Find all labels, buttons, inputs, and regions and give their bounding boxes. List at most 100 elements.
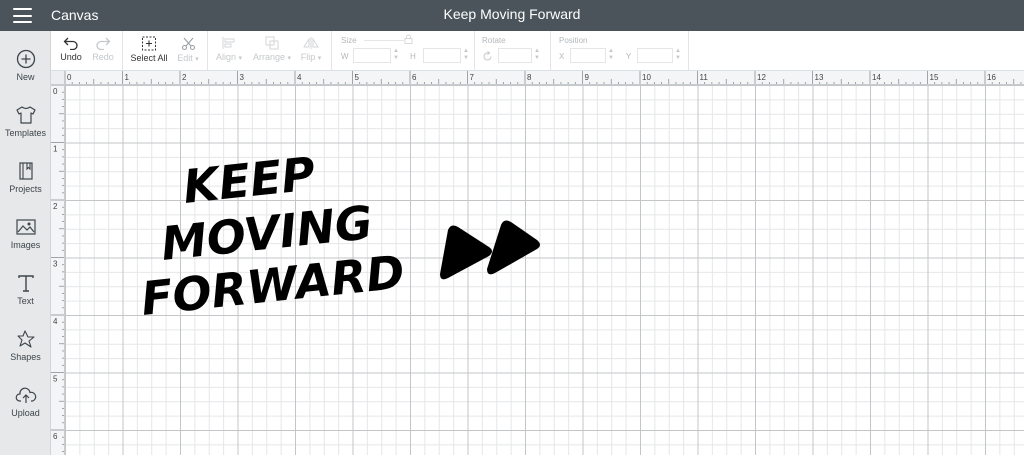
align-label: Align [215, 52, 236, 62]
rotate-icon [483, 51, 492, 61]
ruler-top-label: 3 [240, 73, 245, 82]
project-title: Keep Moving Forward [443, 6, 581, 22]
rotate-input[interactable] [498, 48, 532, 63]
position-x-label: X [559, 52, 565, 61]
select-all-button[interactable]: Select All [127, 31, 171, 71]
ruler-top-label: 4 [297, 73, 302, 82]
ruler-left-label: 6 [53, 432, 58, 441]
ruler-top-label: 6 [412, 73, 417, 82]
position-y-stepper[interactable]: ▲ ▼ [674, 48, 682, 63]
undo-icon [63, 37, 78, 50]
ruler-top-label: 15 [930, 73, 939, 82]
redo-icon [96, 37, 111, 50]
image-icon [15, 219, 36, 235]
ruler-top-scale: 0 1 2 3 4 5 6 7 8 9 10 11 12 13 14 15 16 [64, 71, 1022, 84]
ruler-corner [51, 71, 65, 85]
sidebar-item-new[interactable]: New [0, 39, 51, 91]
toolbar-divider [550, 31, 551, 71]
height-input[interactable] [423, 48, 461, 63]
ruler-left-scale: 0 1 2 3 4 5 6 [51, 85, 64, 452]
sidebar-item-upload[interactable]: Upload [0, 375, 51, 427]
sidebar-item-shapes[interactable]: Shapes [0, 319, 51, 371]
arrange-button[interactable]: Arrange ▾ [249, 31, 295, 71]
position-y-label: Y [626, 52, 632, 61]
sidebar-item-images[interactable]: Images [0, 207, 51, 259]
position-y-input[interactable] [637, 48, 673, 63]
design-canvas[interactable]: KEEP MOVING FORWARD [65, 85, 1024, 455]
align-button[interactable]: Align ▾ [211, 31, 247, 71]
rotate-stepper[interactable]: ▲ ▼ [533, 48, 541, 63]
cloud-upload-icon [15, 387, 36, 403]
height-stepper[interactable]: ▲ ▼ [462, 48, 470, 63]
size-label: Size [341, 36, 357, 45]
tshirt-icon [15, 106, 36, 124]
ruler-top-label: 14 [872, 73, 881, 82]
ruler-top-label: 16 [987, 73, 996, 82]
book-icon [18, 162, 33, 180]
ruler-left-label: 1 [53, 145, 58, 154]
sidebar-item-templates[interactable]: Templates [0, 95, 51, 147]
ruler-top-label: 13 [815, 73, 824, 82]
left-sidebar: New Templates Projects Images Text Shape… [0, 31, 51, 455]
text-icon [17, 275, 34, 292]
flip-button[interactable]: Flip ▾ [297, 31, 325, 71]
ruler-left-label: 5 [53, 375, 58, 384]
align-icon [222, 37, 235, 49]
ruler-top-label: 1 [125, 73, 130, 82]
arrange-icon [265, 36, 279, 50]
sidebar-item-text[interactable]: Text [0, 263, 51, 315]
ruler-top-label: 5 [355, 73, 360, 82]
width-label: W [341, 52, 349, 61]
sidebar-label-text: Text [17, 296, 34, 306]
sidebar-label-upload: Upload [11, 408, 40, 418]
ruler-left-label: 4 [53, 317, 58, 326]
width-stepper[interactable]: ▲ ▼ [392, 48, 400, 63]
play-arrow-shape [440, 225, 492, 280]
shapes-icon [16, 330, 35, 348]
height-label: H [410, 52, 416, 61]
ruler-left-label: 0 [53, 87, 58, 96]
ruler-left: 0 1 2 3 4 5 6 [51, 85, 65, 455]
ruler-top-label: 2 [182, 73, 187, 82]
undo-label: Undo [60, 52, 82, 62]
select-all-icon [142, 36, 156, 51]
plus-circle-icon [16, 49, 35, 69]
ruler-top-label: 0 [67, 73, 72, 82]
sidebar-label-projects: Projects [9, 184, 42, 194]
sidebar-label-new: New [16, 72, 35, 82]
toolbar-divider [331, 31, 332, 71]
redo-label: Redo [92, 52, 114, 62]
title-bar: Canvas Keep Moving Forward [0, 0, 1024, 31]
scissors-icon [181, 37, 195, 51]
lock-icon[interactable] [404, 34, 413, 44]
position-x-stepper[interactable]: ▲ ▼ [607, 48, 615, 63]
flip-icon [303, 37, 319, 49]
ruler-top-label: 10 [642, 73, 651, 82]
toolbar-divider [122, 31, 123, 71]
ruler-top-label: 12 [757, 73, 766, 82]
toolbar-divider [688, 31, 689, 71]
sidebar-label-templates: Templates [4, 128, 47, 138]
position-label: Position [559, 36, 588, 45]
edit-button[interactable]: Edit ▾ [173, 31, 203, 71]
play-arrow-shape [487, 220, 540, 275]
rotate-label: Rotate [482, 36, 506, 45]
ruler-top-label: 8 [527, 73, 532, 82]
width-input[interactable] [353, 48, 391, 63]
toolbar-divider [474, 31, 475, 71]
ruler-top-label: 11 [700, 73, 709, 82]
keep-moving-forward-design[interactable]: KEEP MOVING FORWARD [65, 85, 1024, 455]
ruler-top-label: 7 [470, 73, 475, 82]
sidebar-label-shapes: Shapes [10, 352, 41, 362]
sidebar-item-projects[interactable]: Projects [0, 151, 51, 203]
sidebar-label-images: Images [10, 240, 41, 250]
ruler-top-label: 9 [585, 73, 590, 82]
undo-button[interactable]: Undo [55, 31, 87, 71]
size-link-line [364, 40, 404, 41]
flip-label: Flip [300, 52, 316, 62]
redo-button[interactable]: Redo [87, 31, 119, 71]
ruler-top: 0 1 2 3 4 5 6 7 8 9 10 11 12 13 14 15 16 [51, 71, 1024, 85]
position-x-input[interactable] [570, 48, 606, 63]
select-all-label: Select All [130, 53, 168, 63]
edit-label: Edit [177, 53, 193, 63]
